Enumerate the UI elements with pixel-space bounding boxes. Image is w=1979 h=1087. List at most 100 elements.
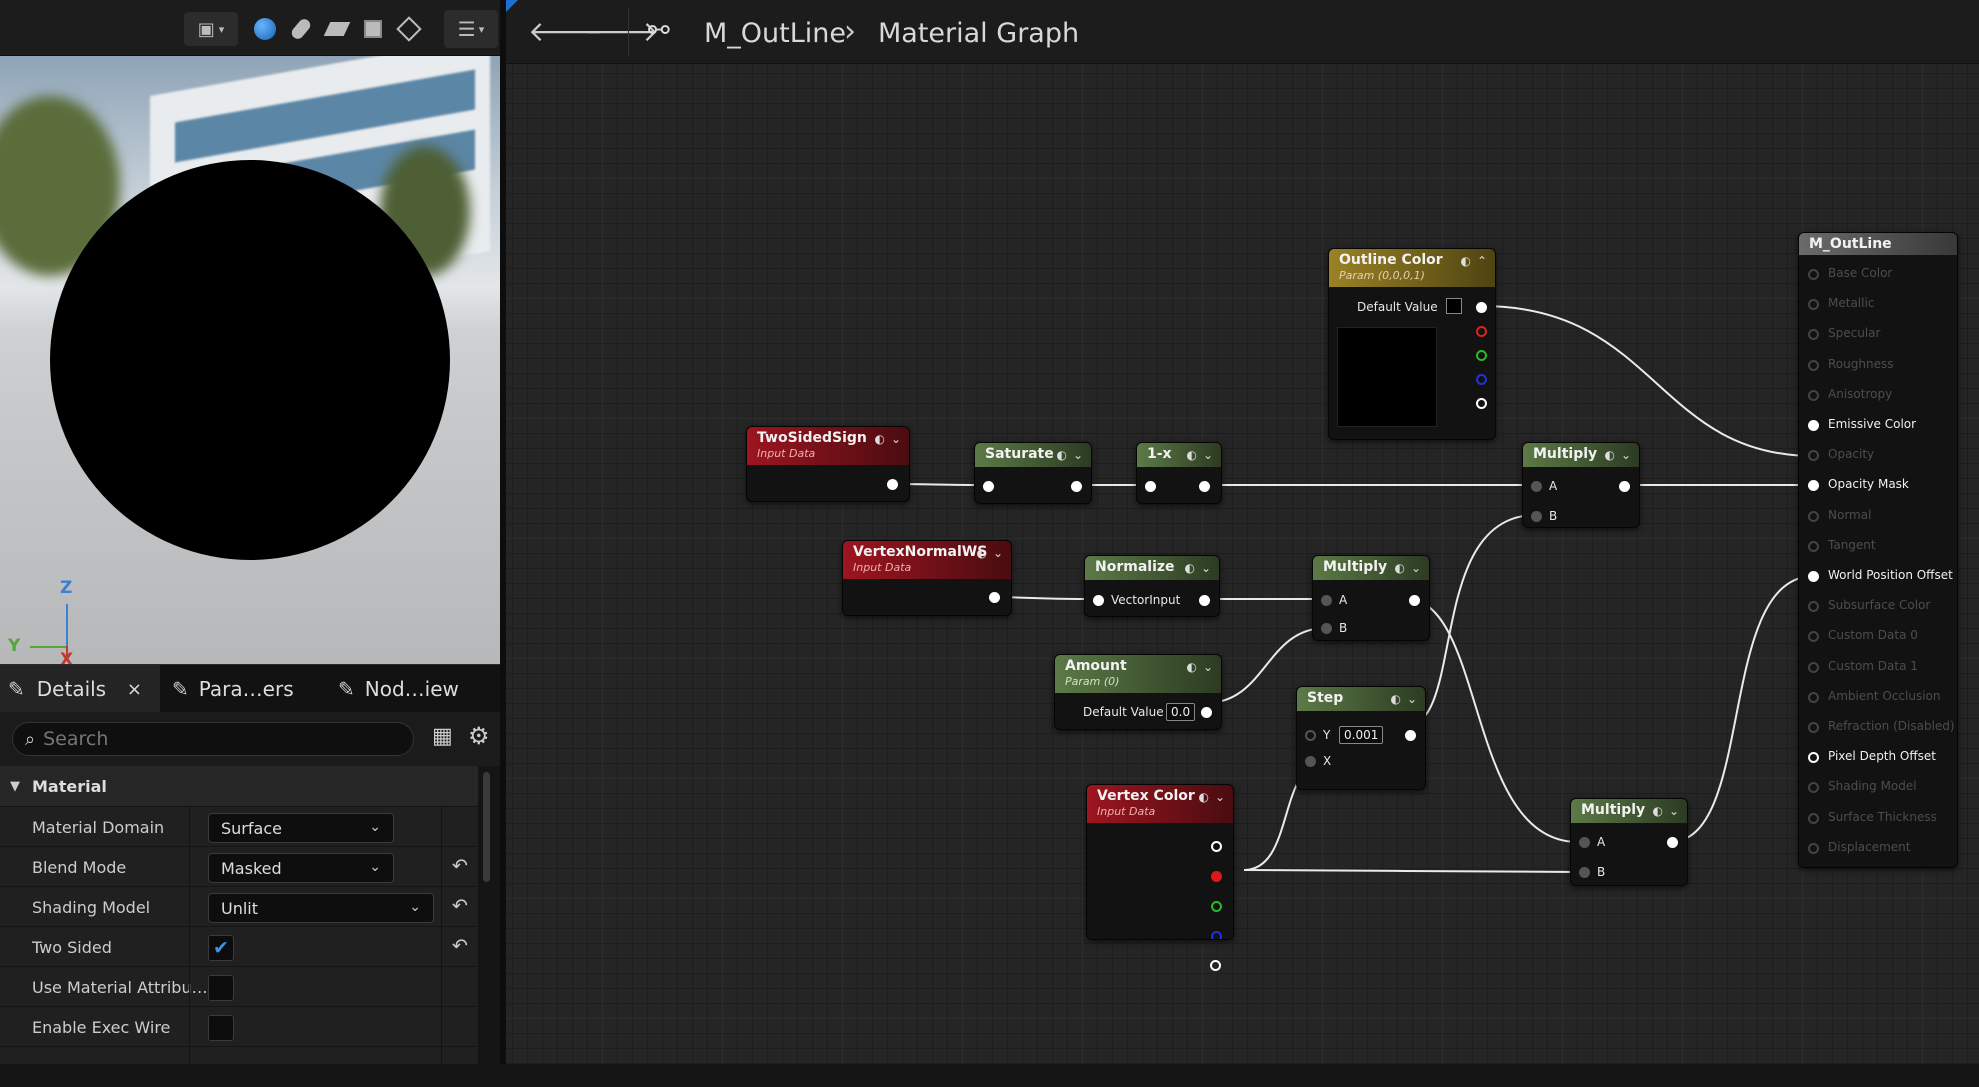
- enable-exec-wire-checkbox[interactable]: [208, 1015, 234, 1041]
- node-multiply-bottom[interactable]: Multiply ◐ ⌄ A B: [1570, 798, 1688, 886]
- category-material[interactable]: ▼ Material: [0, 766, 478, 806]
- preview-sphere-button[interactable]: [252, 16, 278, 42]
- preview-toggle-icon[interactable]: ◐: [1057, 448, 1067, 462]
- preview-toggle-icon[interactable]: ◐: [1605, 448, 1615, 462]
- viewport-menu-button[interactable]: ☰ ▾: [444, 10, 498, 48]
- output-pin[interactable]: [1405, 730, 1416, 741]
- preview-toggle-icon[interactable]: ◐: [875, 432, 885, 446]
- input-pin-y[interactable]: [1305, 730, 1316, 741]
- camera-options-button[interactable]: ▣ ▾: [184, 12, 238, 46]
- preview-custom-mesh-button[interactable]: [396, 16, 422, 42]
- gear-icon[interactable]: ⚙: [468, 722, 490, 750]
- input-pin-b[interactable]: [1579, 867, 1590, 878]
- wire-outline-color-to-emissive[interactable]: [1481, 305, 1815, 457]
- preview-toggle-icon[interactable]: ◐: [1653, 804, 1663, 818]
- node-outline-color[interactable]: Outline Color Param (0,0,0,1) ◐ ⌃ Default…: [1328, 248, 1496, 440]
- preview-cylinder-button[interactable]: [288, 16, 314, 42]
- result-input-pin[interactable]: [1808, 691, 1819, 703]
- wire-multiply-mid-to-multiply-bottom-a[interactable]: [1405, 598, 1579, 843]
- input-pin[interactable]: [1145, 481, 1156, 492]
- output-pin[interactable]: [887, 479, 898, 490]
- result-input-pin[interactable]: [1808, 540, 1819, 552]
- preview-toggle-icon[interactable]: ◐: [1461, 254, 1471, 268]
- output-pin[interactable]: [1199, 481, 1210, 492]
- default-value-input[interactable]: 0.0: [1166, 703, 1196, 721]
- chevron-down-icon[interactable]: ⌄: [1201, 561, 1211, 575]
- result-input-pin[interactable]: [1808, 571, 1819, 582]
- preview-cube-button[interactable]: [360, 16, 386, 42]
- node-amount[interactable]: Amount Param (0) ◐ ⌄ Default Value 0.0: [1054, 654, 1222, 730]
- output-pin[interactable]: [989, 592, 1000, 603]
- chevron-down-icon[interactable]: ⌄: [1411, 561, 1421, 575]
- chevron-down-icon[interactable]: ⌄: [1669, 804, 1679, 818]
- node-step[interactable]: Step ◐ ⌄ Y 0.001 X: [1296, 686, 1426, 790]
- output-pin-a[interactable]: [1476, 398, 1487, 409]
- output-pin-a[interactable]: [1210, 960, 1221, 971]
- reset-to-default-icon[interactable]: ↶: [452, 855, 468, 877]
- result-input-pin[interactable]: [1808, 812, 1819, 824]
- search-input[interactable]: [43, 728, 384, 750]
- wire-multiply-bottom-to-wpo[interactable]: [1669, 575, 1815, 843]
- search-box[interactable]: ⌕: [12, 722, 414, 756]
- output-pin[interactable]: [1619, 481, 1630, 492]
- chevron-down-icon[interactable]: ⌄: [1203, 448, 1213, 462]
- chevron-down-icon[interactable]: ⌄: [993, 546, 1003, 560]
- output-pin-b[interactable]: [1211, 931, 1222, 939]
- input-pin[interactable]: [1093, 595, 1104, 606]
- reset-to-default-icon[interactable]: ↶: [452, 935, 468, 957]
- output-pin-b[interactable]: [1476, 374, 1487, 385]
- input-pin-x[interactable]: [1305, 756, 1316, 767]
- material-graph-canvas[interactable]: Outline Color Param (0,0,0,1) ◐ ⌃ Default…: [506, 64, 1979, 1064]
- blend-mode-dropdown[interactable]: Masked ⌄: [208, 853, 394, 883]
- chevron-up-icon[interactable]: ⌃: [1477, 254, 1487, 268]
- chevron-down-icon[interactable]: ⌄: [1407, 692, 1417, 706]
- input-pin-a[interactable]: [1531, 481, 1542, 492]
- output-pin-rgb[interactable]: [1211, 841, 1222, 852]
- color-swatch[interactable]: [1446, 298, 1462, 314]
- breadcrumb-asset[interactable]: M_OutLine: [704, 18, 846, 49]
- output-pin-rgba[interactable]: [1476, 302, 1487, 313]
- output-pin-g[interactable]: [1476, 350, 1487, 361]
- node-multiply-mid[interactable]: Multiply ◐ ⌄ A B: [1312, 555, 1430, 641]
- result-input-pin[interactable]: [1808, 661, 1819, 673]
- output-pin[interactable]: [1199, 595, 1210, 606]
- output-pin-r[interactable]: [1476, 326, 1487, 337]
- preview-toggle-icon[interactable]: ◐: [1185, 561, 1195, 575]
- result-input-pin[interactable]: [1808, 420, 1819, 431]
- output-pin[interactable]: [1667, 837, 1678, 848]
- result-input-pin[interactable]: [1808, 510, 1819, 522]
- input-pin[interactable]: [983, 481, 994, 492]
- step-y-input[interactable]: 0.001: [1339, 726, 1384, 744]
- node-one-minus[interactable]: 1-x ◐ ⌄: [1136, 442, 1222, 504]
- chevron-down-icon[interactable]: ⌄: [1073, 448, 1083, 462]
- node-multiply-top[interactable]: Multiply ◐ ⌄ A B: [1522, 442, 1640, 528]
- result-input-pin[interactable]: [1808, 389, 1819, 401]
- input-pin-a[interactable]: [1321, 595, 1332, 606]
- output-pin[interactable]: [1201, 707, 1212, 718]
- preview-toggle-icon[interactable]: ◐: [1187, 660, 1197, 674]
- preview-toggle-icon[interactable]: ◐: [1391, 692, 1401, 706]
- tab-parameters[interactable]: ✎ Para…ers: [170, 665, 330, 713]
- node-vertex-color[interactable]: Vertex Color Input Data ◐ ⌄: [1086, 784, 1234, 940]
- node-two-sided-sign[interactable]: TwoSidedSign Input Data ◐ ⌄: [746, 426, 910, 502]
- details-scrollbar[interactable]: [483, 772, 490, 882]
- node-normalize[interactable]: Normalize ◐ ⌄ VectorInput: [1084, 555, 1220, 617]
- input-pin-a[interactable]: [1579, 837, 1590, 848]
- output-pin-r[interactable]: [1211, 871, 1222, 882]
- result-input-pin[interactable]: [1808, 842, 1819, 854]
- tab-node-preview[interactable]: ✎ Nod…iew: [336, 665, 500, 713]
- node-saturate[interactable]: Saturate ◐ ⌄: [974, 442, 1092, 504]
- chevron-down-icon[interactable]: ⌄: [1203, 660, 1213, 674]
- output-pin[interactable]: [1071, 481, 1082, 492]
- output-pin[interactable]: [1409, 595, 1420, 606]
- tab-details[interactable]: ✎ Details ×: [0, 665, 160, 713]
- material-domain-dropdown[interactable]: Surface ⌄: [208, 813, 394, 843]
- preview-toggle-icon[interactable]: ◐: [1395, 561, 1405, 575]
- chevron-down-icon[interactable]: ⌄: [1215, 790, 1225, 804]
- preview-toggle-icon[interactable]: ◐: [1199, 790, 1209, 804]
- input-pin-b[interactable]: [1531, 511, 1542, 522]
- chevron-down-icon[interactable]: ⌄: [891, 432, 901, 446]
- node-vertex-normal-ws[interactable]: VertexNormalWS Input Data ◐ ⌄: [842, 540, 1012, 616]
- reset-to-default-icon[interactable]: ↶: [452, 895, 468, 917]
- two-sided-checkbox[interactable]: ✔: [208, 935, 234, 961]
